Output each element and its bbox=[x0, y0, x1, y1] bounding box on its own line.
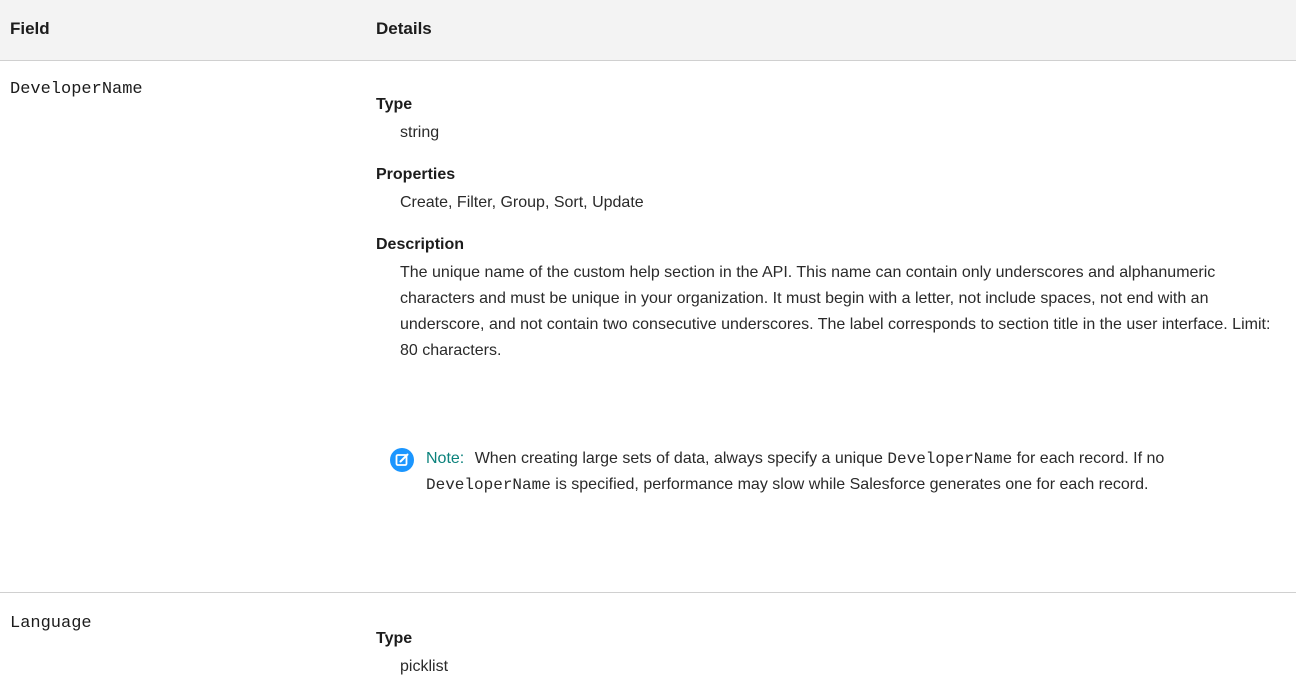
note-callout: Note: When creating large sets of data, … bbox=[390, 446, 1270, 498]
properties-value: Create, Filter, Group, Sort, Update bbox=[400, 194, 644, 211]
description-value: The unique name of the custom help secti… bbox=[400, 264, 1271, 359]
note-code-2: DeveloperName bbox=[426, 476, 551, 494]
properties-block: Properties Create, Filter, Group, Sort, … bbox=[376, 164, 1276, 216]
column-header-field: Field bbox=[10, 19, 50, 38]
note-text-3: is specified, performance may slow while… bbox=[555, 476, 1149, 493]
field-name-language: Language bbox=[10, 614, 92, 633]
field-name-developername: DeveloperName bbox=[10, 80, 143, 99]
description-label: Description bbox=[376, 236, 465, 253]
note-text-2: for each record. If no bbox=[1016, 450, 1165, 467]
properties-label: Properties bbox=[376, 166, 456, 183]
edit-note-icon bbox=[390, 448, 414, 472]
row-divider bbox=[0, 592, 1296, 593]
type-label: Type bbox=[376, 630, 413, 647]
column-header-details: Details bbox=[376, 19, 432, 38]
note-text: Note: When creating large sets of data, … bbox=[426, 446, 1270, 498]
note-code-1: DeveloperName bbox=[887, 450, 1013, 468]
note-text-1: When creating large sets of data, always… bbox=[474, 450, 883, 467]
details-language: Type picklist bbox=[376, 628, 1276, 680]
type-value: picklist bbox=[400, 658, 449, 675]
type-value: string bbox=[400, 124, 440, 141]
note-label: Note: bbox=[426, 450, 465, 467]
type-label: Type bbox=[376, 96, 413, 113]
description-block: Description The unique name of the custo… bbox=[376, 234, 1276, 364]
table-header: Field Details bbox=[0, 0, 1296, 61]
details-developername: Type string bbox=[376, 94, 1276, 146]
